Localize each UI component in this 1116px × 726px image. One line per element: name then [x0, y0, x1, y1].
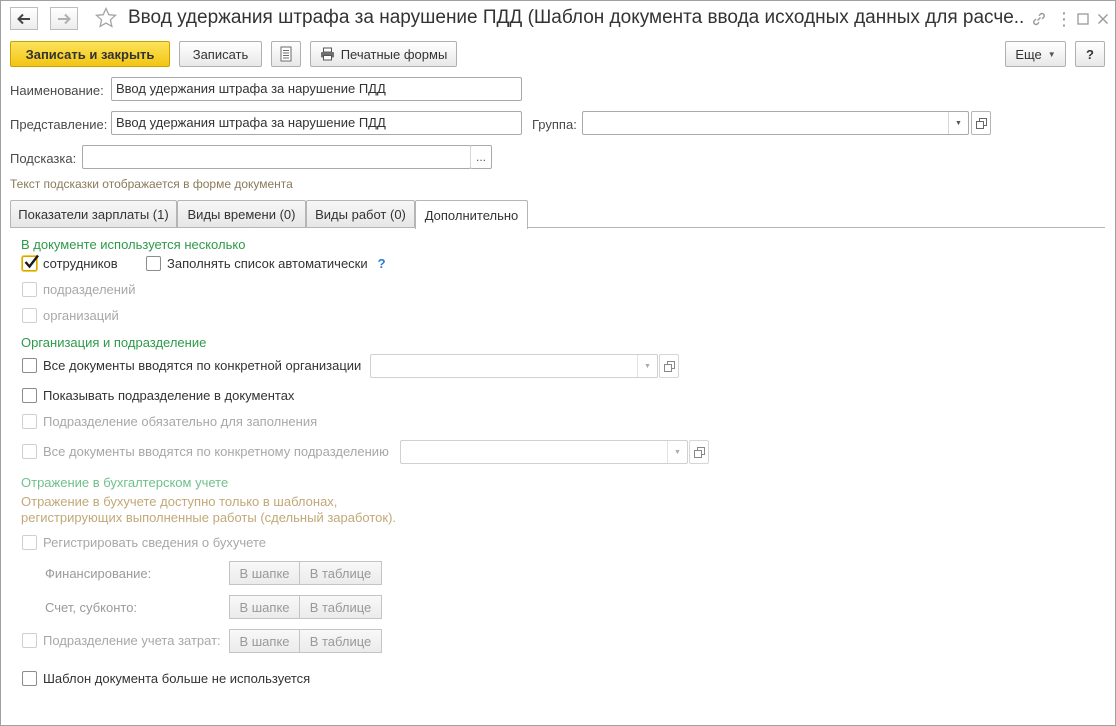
- show-dept-label: Показывать подразделение в документах: [43, 388, 295, 403]
- all-docs-dept-checkbox: [22, 444, 37, 459]
- section-title-organization: Организация и подразделение: [21, 335, 207, 350]
- template-unused-checkbox[interactable]: [22, 671, 37, 686]
- tab-work-types[interactable]: Виды работ (0): [306, 200, 415, 228]
- dept-required-checkbox: [22, 414, 37, 429]
- show-dept-checkbox[interactable]: [22, 388, 37, 403]
- employees-checkbox[interactable]: [22, 254, 39, 271]
- help-button[interactable]: ?: [1075, 41, 1105, 67]
- cost-dept-in-header-button: В шапке: [229, 629, 300, 653]
- maximize-icon[interactable]: [1072, 8, 1094, 30]
- autofill-help-link[interactable]: ?: [378, 256, 386, 271]
- autofill-checkbox-row[interactable]: Заполнять список автоматически ?: [146, 256, 386, 271]
- register-acc-checkbox: [22, 535, 37, 550]
- hint-select-button[interactable]: ...: [470, 145, 492, 169]
- accounting-note-line-1: Отражение в бухучете доступно только в ш…: [21, 494, 338, 509]
- dept-required-label: Подразделение обязательно для заполнения: [43, 414, 318, 429]
- favorite-star-icon[interactable]: [94, 6, 118, 33]
- financing-toggle: В шапке В таблице: [229, 561, 382, 585]
- name-label: Наименование:: [10, 83, 104, 98]
- department-select: ▼: [400, 440, 688, 464]
- open-window-icon: [693, 446, 705, 458]
- departments-label: подразделений: [43, 282, 136, 297]
- account-in-header-button: В шапке: [229, 595, 300, 619]
- employees-label: сотрудников: [43, 256, 118, 271]
- hint-label: Подсказка:: [10, 151, 77, 166]
- group-label: Группа:: [532, 117, 577, 132]
- hint-note: Текст подсказки отображается в форме док…: [10, 177, 293, 191]
- cost-dept-checkbox-row: Подразделение учета затрат:: [22, 633, 221, 648]
- section-title-multiple: В документе используется несколько: [21, 237, 246, 252]
- printer-icon: [320, 47, 334, 61]
- show-dept-checkbox-row[interactable]: Показывать подразделение в документах: [22, 388, 294, 403]
- print-forms-button[interactable]: Печатные формы: [310, 41, 457, 67]
- section-title-accounting: Отражение в бухгалтерском учете: [21, 475, 229, 490]
- all-docs-org-label: Все документы вводятся по конкретной орг…: [43, 358, 362, 373]
- department-open-button: [689, 440, 709, 464]
- link-icon[interactable]: [1028, 8, 1050, 30]
- name-input[interactable]: Ввод удержания штрафа за нарушение ПДД: [111, 77, 522, 101]
- document-list-icon: [280, 46, 292, 62]
- save-button[interactable]: Записать: [179, 41, 262, 67]
- checkmark-icon: [24, 254, 39, 269]
- organizations-label: организаций: [43, 308, 119, 323]
- all-docs-dept-checkbox-row: Все документы вводятся по конкретному по…: [22, 444, 389, 459]
- print-forms-label: Печатные формы: [340, 46, 448, 62]
- chevron-down-icon: ▼: [1047, 49, 1056, 59]
- arrow-left-icon: [17, 13, 30, 24]
- back-button[interactable]: [10, 7, 38, 30]
- register-acc-label: Регистрировать сведения о бухучете: [43, 535, 267, 550]
- more-label: Еще: [1015, 46, 1042, 62]
- autofill-label: Заполнять список автоматически: [167, 256, 368, 271]
- cost-dept-checkbox: [22, 633, 37, 648]
- representation-label: Представление:: [10, 117, 108, 132]
- tab-additional[interactable]: Дополнительно: [415, 200, 528, 229]
- tab-salary-indicators[interactable]: Показатели зарплаты (1): [10, 200, 177, 228]
- financing-in-table-button: В таблице: [300, 561, 382, 585]
- group-select[interactable]: ▼: [582, 111, 969, 135]
- organization-select: ▼: [370, 354, 658, 378]
- more-button[interactable]: Еще ▼: [1005, 41, 1066, 67]
- dropdown-arrow-icon: ▼: [667, 441, 687, 463]
- dropdown-arrow-icon[interactable]: ▼: [948, 112, 968, 134]
- arrow-right-icon: [58, 13, 71, 24]
- departments-checkbox: [22, 282, 37, 297]
- departments-checkbox-row: подразделений: [22, 282, 135, 297]
- employees-checkbox-row[interactable]: сотрудников: [22, 254, 118, 271]
- organizations-checkbox-row: организаций: [22, 308, 119, 323]
- accounting-note-line-2: регистрирующих выполненные работы (сдель…: [21, 510, 397, 525]
- template-unused-label: Шаблон документа больше не используется: [43, 671, 311, 686]
- register-acc-checkbox-row: Регистрировать сведения о бухучете: [22, 535, 266, 550]
- account-toggle: В шапке В таблице: [229, 595, 382, 619]
- hint-input[interactable]: [82, 145, 471, 169]
- organizations-checkbox: [22, 308, 37, 323]
- document-list-button[interactable]: [271, 41, 301, 67]
- organization-open-button: [659, 354, 679, 378]
- dropdown-arrow-icon: ▼: [637, 355, 657, 377]
- autofill-checkbox[interactable]: [146, 256, 161, 271]
- window-title: Ввод удержания штрафа за нарушение ПДД (…: [128, 7, 1023, 28]
- cost-dept-toggle: В шапке В таблице: [229, 629, 382, 653]
- dept-required-checkbox-row: Подразделение обязательно для заполнения: [22, 414, 317, 429]
- forward-button[interactable]: [50, 7, 78, 30]
- representation-input[interactable]: Ввод удержания штрафа за нарушение ПДД: [111, 111, 522, 135]
- close-icon[interactable]: [1092, 8, 1114, 30]
- cost-dept-label: Подразделение учета затрат:: [43, 633, 221, 648]
- account-in-table-button: В таблице: [300, 595, 382, 619]
- financing-label: Финансирование:: [45, 566, 152, 581]
- cost-dept-in-table-button: В таблице: [300, 629, 382, 653]
- open-window-icon: [663, 360, 675, 372]
- tab-time-types[interactable]: Виды времени (0): [177, 200, 306, 228]
- save-and-close-button[interactable]: Записать и закрыть: [10, 41, 170, 67]
- group-open-button[interactable]: [971, 111, 991, 135]
- all-docs-dept-label: Все документы вводятся по конкретному по…: [43, 444, 389, 459]
- financing-in-header-button: В шапке: [229, 561, 300, 585]
- all-docs-org-checkbox-row[interactable]: Все документы вводятся по конкретной орг…: [22, 358, 361, 373]
- account-label: Счет, субконто:: [45, 600, 138, 615]
- template-unused-checkbox-row[interactable]: Шаблон документа больше не используется: [22, 671, 310, 686]
- all-docs-org-checkbox[interactable]: [22, 358, 37, 373]
- open-window-icon: [975, 117, 987, 129]
